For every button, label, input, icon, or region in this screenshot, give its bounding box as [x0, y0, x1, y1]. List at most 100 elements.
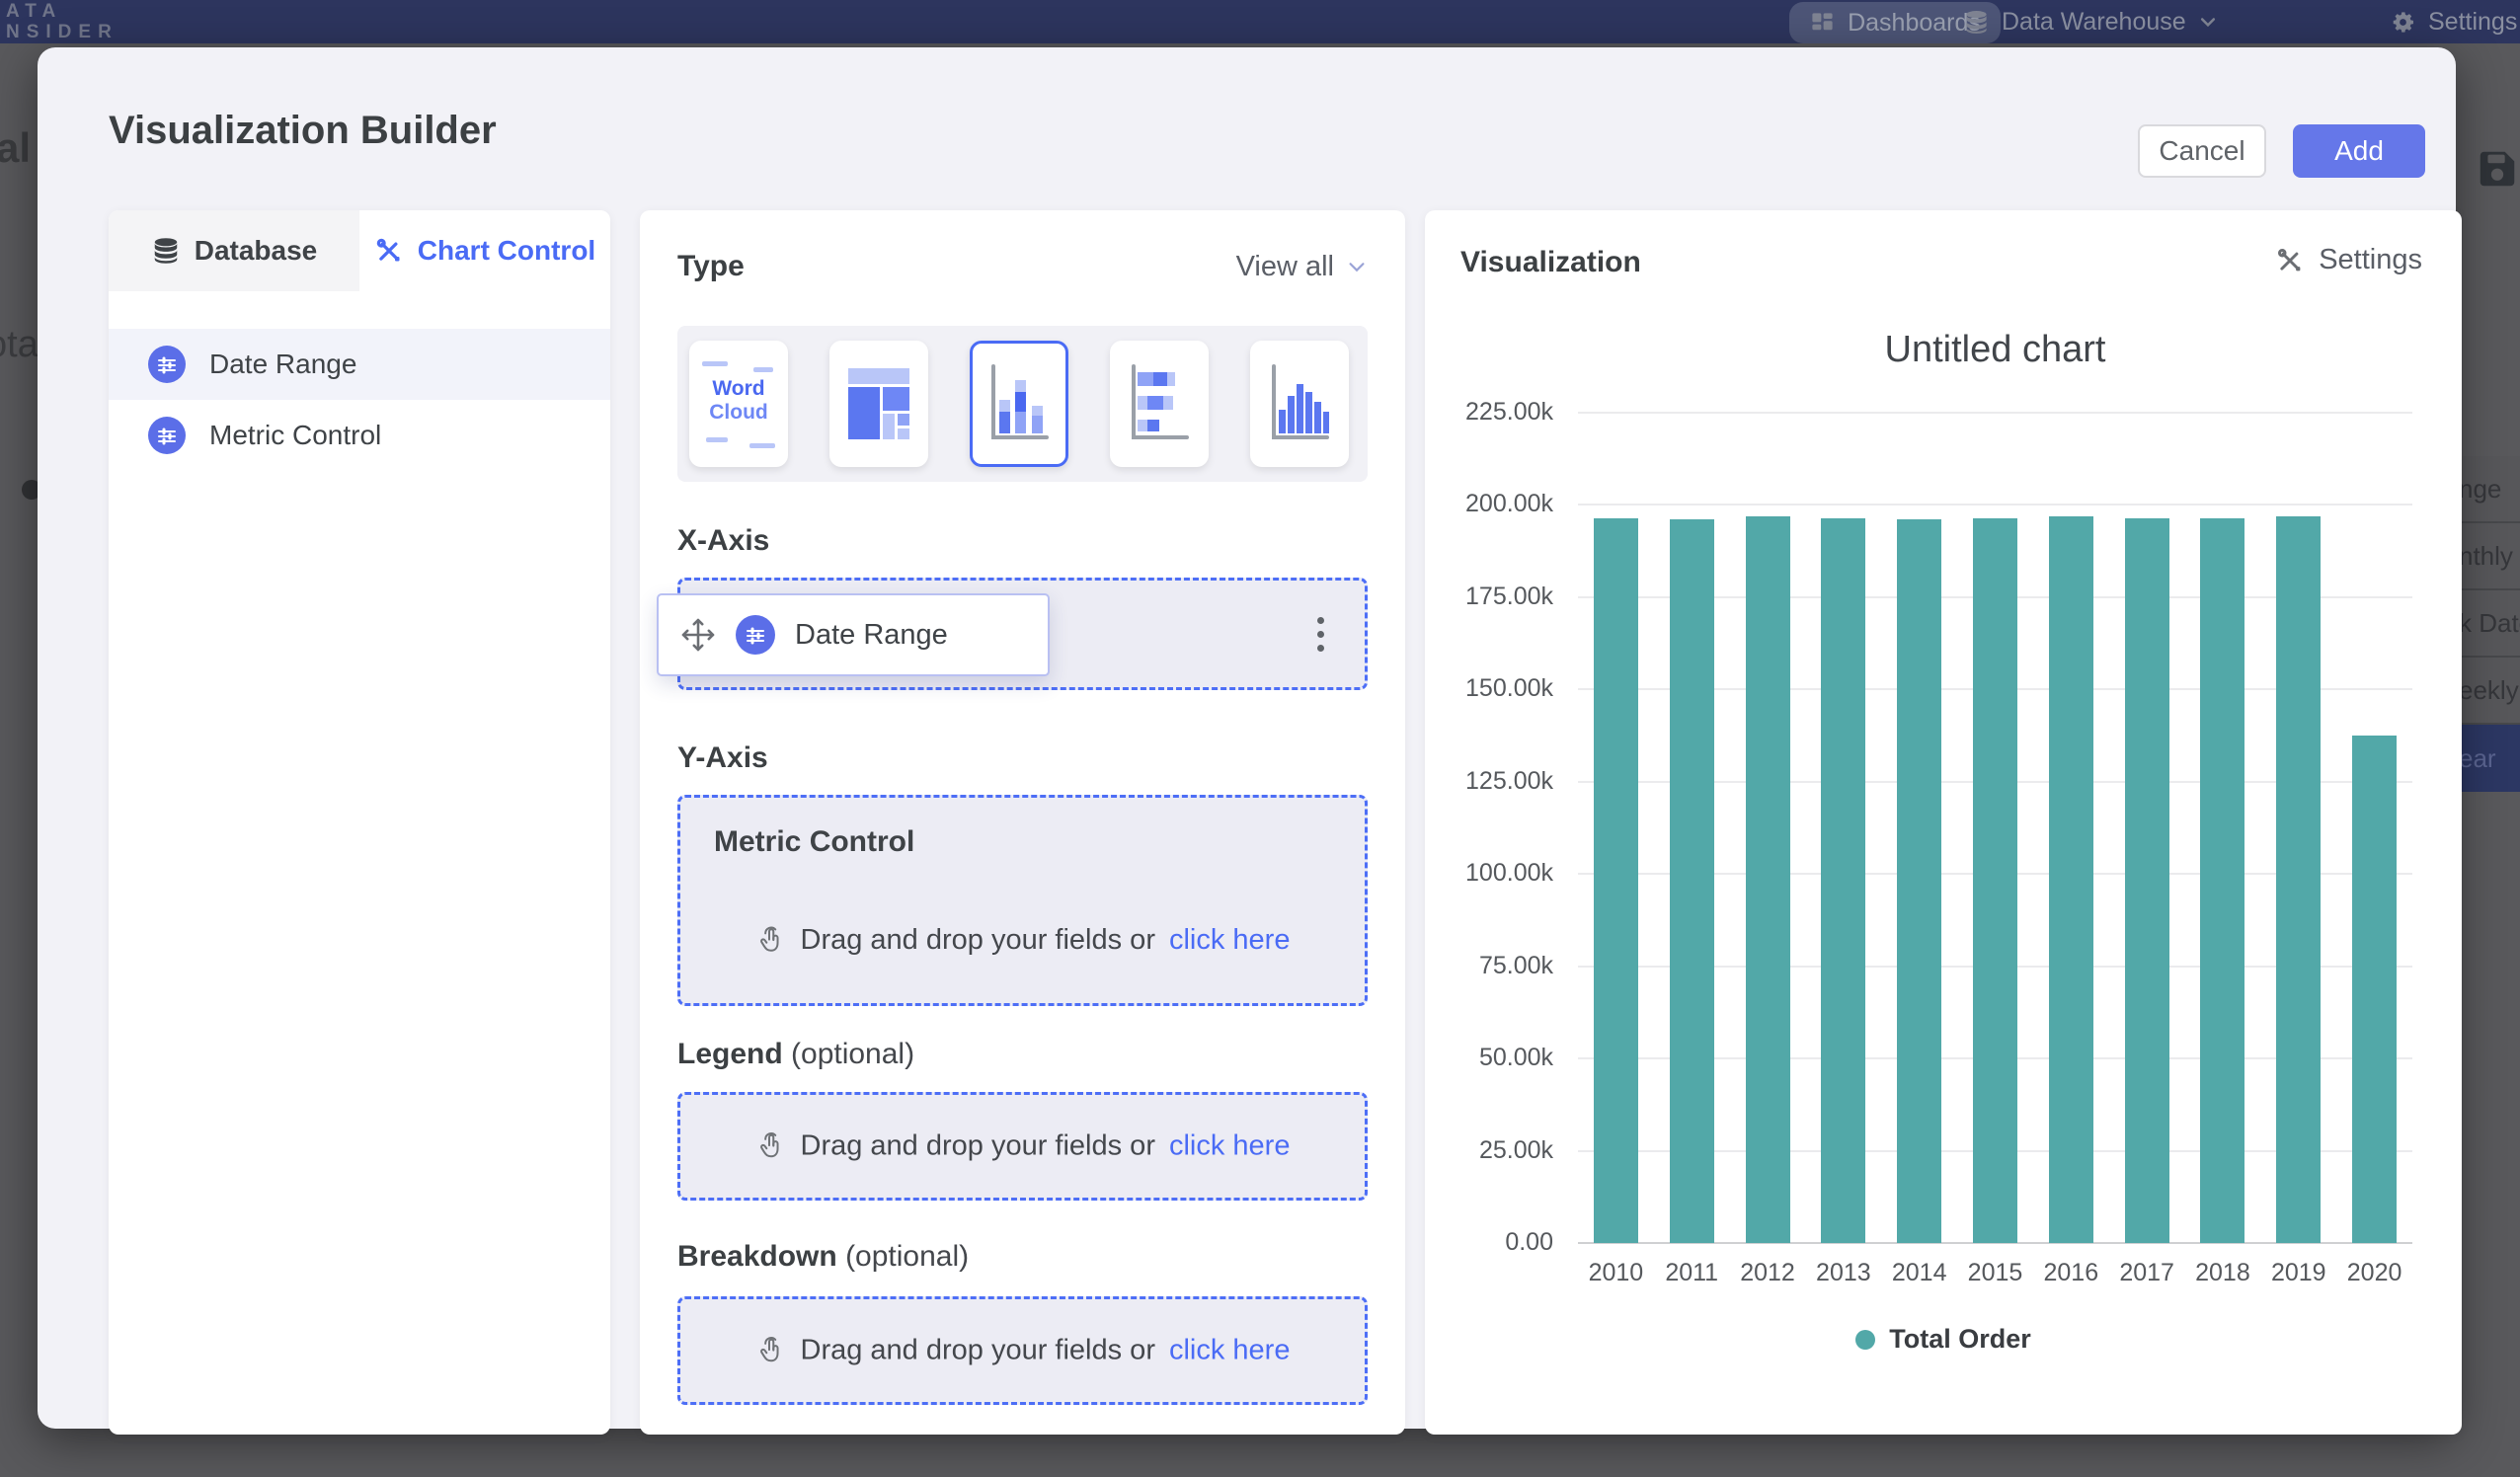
x-axis-tick-label: 2015: [1957, 1259, 2033, 1287]
tab-chart-control[interactable]: Chart Control: [359, 210, 610, 291]
background-dropdown-item: nge: [2456, 456, 2520, 523]
tap-hand-icon: [755, 1130, 787, 1162]
background-dropdown-item: ear: [2456, 725, 2520, 792]
bar-2019: [2276, 516, 2321, 1243]
breakdown-section-label: Breakdown (optional): [677, 1240, 969, 1274]
y-axis-tick-label: 125.00k: [1425, 767, 1553, 796]
chart-type-stacked-column[interactable]: [970, 341, 1068, 467]
bar-2013: [1821, 518, 1865, 1243]
chevron-down-icon: [1346, 256, 1368, 277]
date-range-chip[interactable]: Date Range: [657, 593, 1050, 676]
y-axis-tick-label: 175.00k: [1425, 583, 1553, 611]
click-here-link[interactable]: click here: [1169, 1335, 1291, 1367]
x-axis-tick-label: 2017: [2109, 1259, 2185, 1287]
legend-section-label: Legend (optional): [677, 1038, 914, 1071]
x-axis-tick-label: 2013: [1805, 1259, 1881, 1287]
fields-panel-tabs: Database Chart Control: [109, 210, 610, 291]
gear-icon: [2390, 9, 2416, 36]
stacked-column-thumbnail: [985, 358, 1053, 449]
nav-data-warehouse-label: Data Warehouse: [2002, 8, 2186, 37]
field-date-range[interactable]: Date Range: [109, 329, 610, 400]
view-all-dropdown[interactable]: View all: [1236, 251, 1368, 283]
metric-control-group-title: Metric Control: [714, 825, 914, 859]
tools-icon: [374, 236, 404, 266]
legend-dropzone[interactable]: Drag and drop your fields or click here: [677, 1092, 1368, 1201]
cancel-button[interactable]: Cancel: [2138, 124, 2266, 178]
database-icon: [151, 236, 181, 266]
plot-area: [1578, 413, 2412, 1243]
histogram-thumbnail: [1266, 358, 1333, 449]
chart-type-treemap[interactable]: [829, 341, 928, 467]
x-axis-tick-label: 2018: [2185, 1259, 2261, 1287]
sliders-icon: [736, 615, 775, 655]
drop-hint-text: Drag and drop your fields or: [801, 924, 1155, 957]
tap-hand-icon: [755, 925, 787, 957]
visualization-builder-modal: Visualization Builder Cancel Add Databas…: [38, 47, 2456, 1429]
bar-2011: [1670, 519, 1714, 1243]
drop-hint-text: Drag and drop your fields or: [801, 1130, 1155, 1163]
tab-database[interactable]: Database: [109, 210, 359, 291]
background-dropdown-item: eekly: [2456, 658, 2520, 725]
gridline: [1578, 504, 2412, 505]
y-axis-section-label: Y-Axis: [677, 741, 768, 775]
y-axis-tick-label: 225.00k: [1425, 398, 1553, 427]
chevron-down-icon: [2198, 12, 2218, 32]
click-here-link[interactable]: click here: [1169, 924, 1291, 957]
modal-title: Visualization Builder: [109, 109, 497, 153]
save-icon: [2475, 146, 2520, 192]
bar-2014: [1897, 519, 1941, 1243]
chart-type-word-cloud[interactable]: Word Cloud: [689, 341, 788, 467]
background-dropdown-item: nthly: [2456, 523, 2520, 590]
bar-2020: [2352, 736, 2397, 1243]
chart-type-stacked-bar[interactable]: [1110, 341, 1209, 467]
nav-settings-label: Settings: [2428, 8, 2517, 37]
y-axis-tick-label: 50.00k: [1425, 1044, 1553, 1072]
visualization-panel: Visualization Settings Untitled chart 0.…: [1425, 210, 2462, 1435]
nav-item-settings: Settings: [2390, 0, 2520, 43]
chart-area: 0.0025.00k50.00k75.00k100.00k125.00k150.…: [1425, 210, 2462, 1435]
logo-line1: ATA: [6, 1, 118, 22]
y-axis-tick-label: 150.00k: [1425, 674, 1553, 703]
bar-2015: [1973, 518, 2017, 1243]
chart-type-histogram[interactable]: [1250, 341, 1349, 467]
tab-chart-control-label: Chart Control: [418, 235, 595, 267]
word-cloud-thumbnail: Word Cloud: [696, 350, 781, 458]
chip-label: Date Range: [795, 619, 948, 652]
dashboards-grid-icon: [1809, 10, 1836, 37]
x-axis-tick-label: 2010: [1578, 1259, 1654, 1287]
y-axis-tick-label: 75.00k: [1425, 952, 1553, 980]
app-logo: ATA NSIDER: [6, 1, 118, 42]
logo-line2: NSIDER: [6, 22, 118, 42]
x-axis-tick-label: 2020: [2336, 1259, 2412, 1287]
stacked-bar-thumbnail: [1126, 358, 1193, 449]
type-section-label: Type: [677, 250, 745, 283]
add-button[interactable]: Add: [2293, 124, 2425, 178]
x-axis-tick-label: 2016: [2033, 1259, 2109, 1287]
bar-2016: [2049, 516, 2093, 1243]
fields-panel: Database Chart Control Date Range Metric…: [109, 210, 610, 1435]
view-all-label: View all: [1236, 251, 1334, 283]
sliders-icon: [148, 346, 186, 383]
chart-builder-panel: Type View all Word Cloud: [640, 210, 1405, 1435]
tab-database-label: Database: [195, 235, 318, 267]
field-label: Date Range: [209, 349, 356, 380]
kebab-menu-icon[interactable]: [1303, 612, 1337, 656]
gridline: [1578, 412, 2412, 414]
background-partial-text-2: ota: [0, 324, 39, 373]
database-icon: [1963, 9, 1990, 36]
chart-legend: Total Order: [1425, 1324, 2462, 1355]
field-label: Metric Control: [209, 420, 381, 451]
treemap-thumbnail: [846, 358, 911, 449]
y-axis-tick-label: 200.00k: [1425, 490, 1553, 518]
y-axis-tick-label: 25.00k: [1425, 1136, 1553, 1165]
click-here-link[interactable]: click here: [1169, 1130, 1291, 1163]
y-axis-dropzone[interactable]: Metric Control Drag and drop your fields…: [677, 795, 1368, 1006]
x-axis-tick-label: 2019: [2260, 1259, 2336, 1287]
x-axis-tick-label: 2012: [1730, 1259, 1806, 1287]
breakdown-dropzone[interactable]: Drag and drop your fields or click here: [677, 1296, 1368, 1405]
sliders-icon: [148, 417, 186, 454]
field-metric-control[interactable]: Metric Control: [109, 400, 610, 471]
screen: ATA NSIDER Dashboards Data Warehouse Set…: [0, 0, 2520, 1477]
bar-2010: [1594, 518, 1638, 1243]
x-axis-section-label: X-Axis: [677, 524, 769, 558]
